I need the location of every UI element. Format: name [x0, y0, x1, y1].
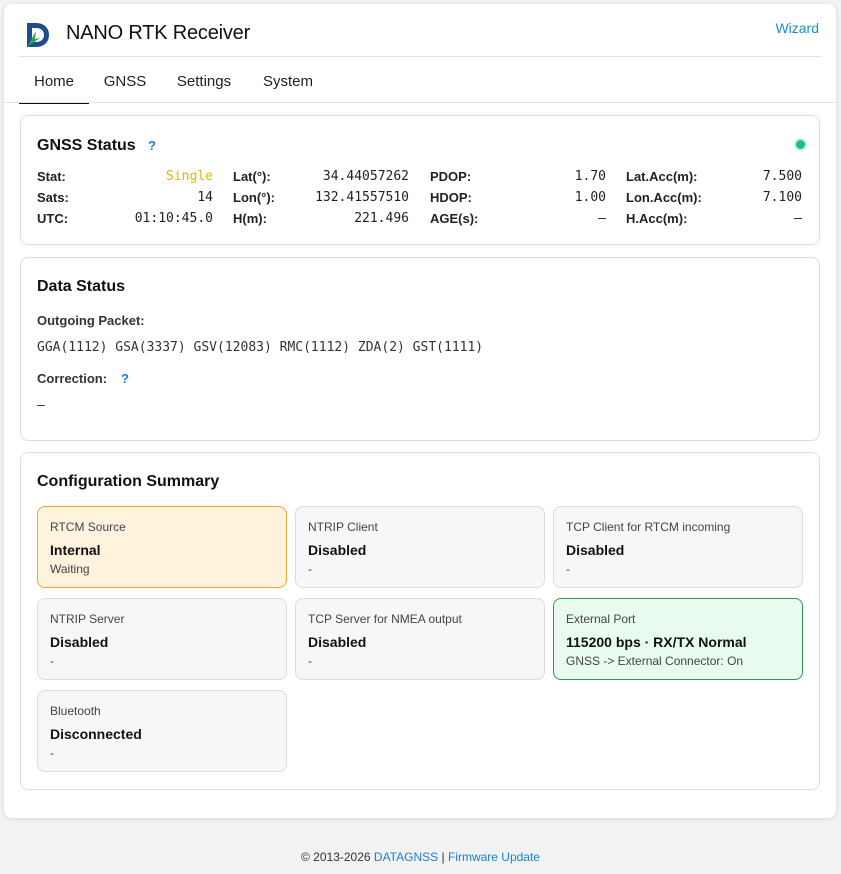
datagnss-logo-icon: [27, 23, 49, 47]
tile-label: NTRIP Server: [50, 612, 125, 626]
external-port-tile[interactable]: External Port 115200 bps · RX/TX Normal …: [553, 598, 803, 680]
tile-sub: Waiting: [50, 562, 90, 576]
pdop-value: 1.70: [574, 169, 606, 184]
h-acc-label: H.Acc(m):: [626, 211, 688, 226]
tab-home[interactable]: Home: [19, 66, 89, 104]
lon-acc-row: Lon.Acc(m): 7.100: [626, 190, 802, 208]
hdop-value: 1.00: [574, 190, 606, 205]
sats-value: 14: [197, 190, 213, 205]
configuration-summary-card: Configuration Summary RTCM Source Intern…: [20, 452, 820, 790]
lon-acc-label: Lon.Acc(m):: [626, 190, 702, 205]
age-row: AGE(s): –: [430, 211, 606, 229]
bluetooth-tile[interactable]: Bluetooth Disconnected -: [37, 690, 287, 772]
utc-row: UTC: 01:10:45.0: [37, 211, 213, 229]
tile-label: TCP Client for RTCM incoming: [566, 520, 731, 534]
sats-label: Sats:: [37, 190, 69, 205]
tile-label: TCP Server for NMEA output: [308, 612, 462, 626]
h-acc-value: –: [794, 211, 802, 226]
tab-gnss[interactable]: GNSS: [97, 66, 153, 102]
tile-sub: -: [50, 654, 54, 668]
app-title: NANO RTK Receiver: [66, 22, 251, 44]
tile-label: Bluetooth: [50, 704, 101, 718]
tile-value: Disconnected: [50, 726, 142, 742]
header: NANO RTK Receiver Wizard: [19, 4, 821, 57]
stat-label: Stat:: [37, 169, 66, 184]
gnss-status-card: GNSS Status ? Stat: Single Sats: 14 UTC:…: [20, 115, 820, 245]
age-value: –: [598, 211, 606, 226]
lat-acc-row: Lat.Acc(m): 7.500: [626, 169, 802, 187]
hdop-row: HDOP: 1.00: [430, 190, 606, 208]
lat-label: Lat(°):: [233, 169, 271, 184]
stat-row: Stat: Single: [37, 169, 213, 187]
height-row: H(m): 221.496: [233, 211, 409, 229]
tile-value: Internal: [50, 542, 101, 558]
tile-sub: GNSS -> External Connector: On: [566, 654, 744, 668]
tabs-divider: [4, 102, 836, 103]
utc-value: 01:10:45.0: [134, 211, 213, 226]
ntrip-client-tile[interactable]: NTRIP Client Disabled -: [295, 506, 545, 588]
footer: © 2013-2026 DATAGNSS | Firmware Update: [0, 850, 841, 864]
tab-system[interactable]: System: [255, 66, 321, 102]
fix-status-indicator-icon: [796, 140, 805, 149]
tile-label: RTCM Source: [50, 520, 126, 534]
tcp-client-tile[interactable]: TCP Client for RTCM incoming Disabled -: [553, 506, 803, 588]
tile-sub: -: [566, 562, 570, 576]
tile-label: External Port: [566, 612, 636, 626]
firmware-update-link[interactable]: Firmware Update: [448, 850, 540, 864]
h-acc-row: H.Acc(m): –: [626, 211, 802, 229]
wizard-link[interactable]: Wizard: [775, 20, 819, 36]
utc-label: UTC:: [37, 211, 69, 226]
stat-value: Single: [166, 169, 213, 184]
height-label: H(m):: [233, 211, 267, 226]
configuration-summary-title: Configuration Summary: [37, 473, 220, 490]
tile-value: 115200 bps · RX/TX Normal: [566, 634, 747, 650]
lat-row: Lat(°): 34.44057262: [233, 169, 409, 187]
correction-label: Correction:: [37, 371, 108, 386]
correction-help-icon[interactable]: ?: [121, 371, 129, 386]
gnss-status-help-icon[interactable]: ?: [148, 138, 156, 153]
lon-acc-value: 7.100: [762, 190, 802, 205]
tile-value: Disabled: [308, 542, 367, 558]
outgoing-packet-label: Outgoing Packet:: [37, 313, 145, 328]
data-status-card: Data Status Outgoing Packet: GGA(1112) G…: [20, 257, 820, 441]
gnss-status-title: GNSS Status: [37, 137, 136, 154]
pdop-label: PDOP:: [430, 169, 472, 184]
datagnss-link[interactable]: DATAGNSS: [374, 850, 438, 864]
lat-acc-value: 7.500: [762, 169, 802, 184]
footer-separator: |: [441, 850, 445, 864]
copyright-text: © 2013-2026: [301, 850, 371, 864]
lat-acc-label: Lat.Acc(m):: [626, 169, 698, 184]
lon-value: 132.41557510: [315, 190, 409, 205]
lon-label: Lon(°):: [233, 190, 276, 205]
hdop-label: HDOP:: [430, 190, 472, 205]
correction-value: –: [37, 398, 45, 413]
pdop-row: PDOP: 1.70: [430, 169, 606, 187]
tile-sub: -: [308, 562, 312, 576]
age-label: AGE(s):: [430, 211, 479, 226]
tile-value: Disabled: [50, 634, 109, 650]
lon-row: Lon(°): 132.41557510: [233, 190, 409, 208]
tile-sub: -: [50, 746, 54, 760]
tcp-server-tile[interactable]: TCP Server for NMEA output Disabled -: [295, 598, 545, 680]
rtcm-source-tile[interactable]: RTCM Source Internal Waiting: [37, 506, 287, 588]
outgoing-packet-value: GGA(1112) GSA(3337) GSV(12083) RMC(1112)…: [37, 340, 484, 355]
lat-value: 34.44057262: [322, 169, 409, 184]
tile-value: Disabled: [566, 542, 625, 558]
sats-row: Sats: 14: [37, 190, 213, 208]
data-status-title: Data Status: [37, 278, 126, 295]
ntrip-server-tile[interactable]: NTRIP Server Disabled -: [37, 598, 287, 680]
tile-label: NTRIP Client: [308, 520, 378, 534]
tile-sub: -: [308, 654, 312, 668]
height-value: 221.496: [354, 211, 409, 226]
tab-settings[interactable]: Settings: [167, 66, 241, 102]
tile-value: Disabled: [308, 634, 367, 650]
app-window: NANO RTK Receiver Wizard Home GNSS Setti…: [4, 4, 836, 818]
